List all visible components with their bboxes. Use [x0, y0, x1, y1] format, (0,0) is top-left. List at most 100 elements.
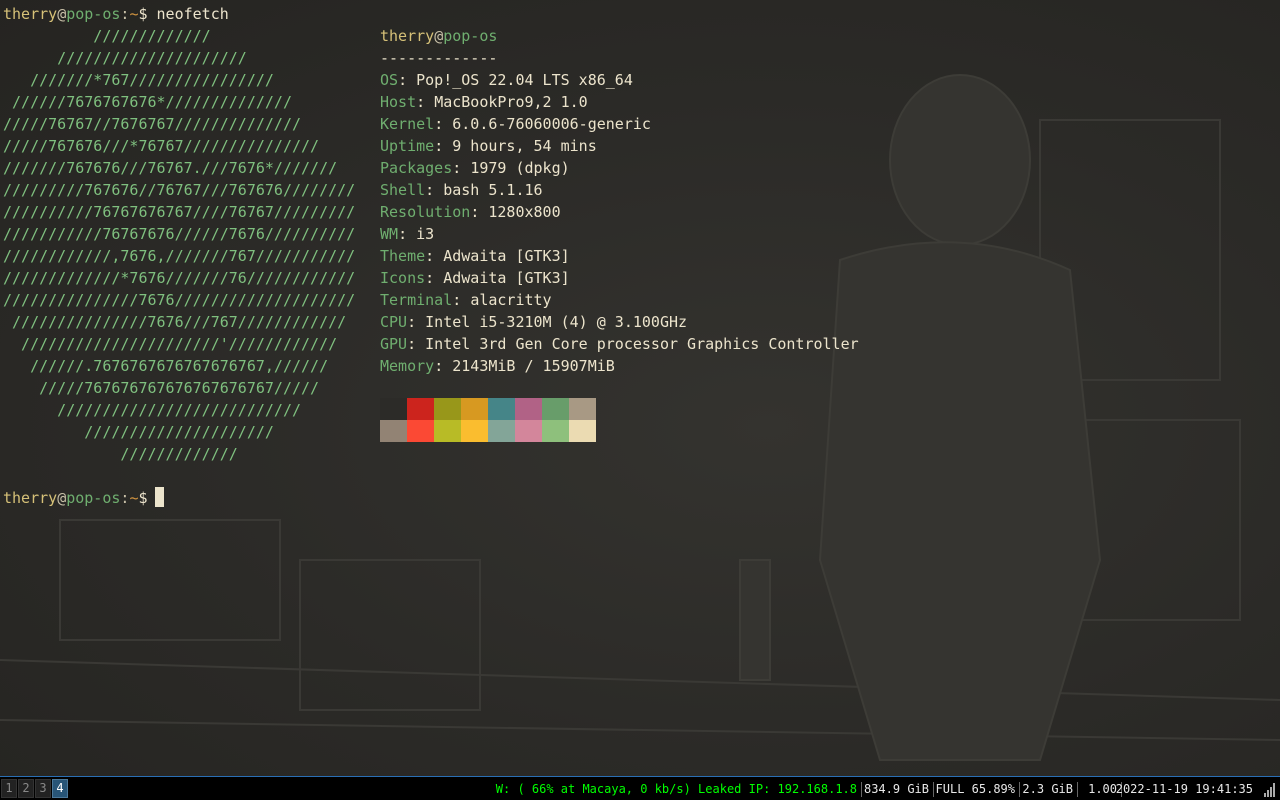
color-swatch — [434, 420, 461, 442]
status-disk: 834.9 GiB — [863, 782, 929, 796]
info-value: Adwaita [GTK3] — [443, 269, 570, 287]
info-value: Intel 3rd Gen Core processor Graphics Co… — [425, 335, 859, 353]
info-colon: : — [425, 269, 444, 287]
info-colon: : — [470, 203, 489, 221]
terminal-cursor[interactable] — [155, 487, 164, 507]
terminal-window[interactable]: therry@pop-os:~$ neofetch ///////////// … — [0, 0, 1280, 776]
status-datetime: 2022-11-19 19:41:35 — [1115, 782, 1253, 796]
info-row: Resolution: 1280x800 — [380, 201, 561, 223]
info-colon: : — [434, 115, 453, 133]
logo-line: ///////*767//////////////// — [3, 71, 274, 89]
info-value: 1280x800 — [488, 203, 561, 221]
color-swatch — [488, 398, 515, 420]
logo-line: ///////////////////// — [3, 49, 247, 67]
color-swatch — [488, 420, 515, 442]
info-colon: : — [434, 137, 453, 155]
info-row: Kernel: 6.0.6-76060006-generic — [380, 113, 651, 135]
info-value: Adwaita [GTK3] — [443, 247, 570, 265]
info-colon: : — [398, 71, 417, 89]
info-value: 1979 (dpkg) — [470, 159, 570, 177]
info-key: OS — [380, 71, 399, 89]
color-palette — [380, 398, 596, 442]
color-swatch — [569, 420, 596, 442]
logo-line: /////767676///*76767/////////////// — [3, 137, 320, 155]
info-colon: : — [407, 335, 426, 353]
info-row: Packages: 1979 (dpkg) — [380, 157, 570, 179]
info-value: Pop!_OS 22.04 LTS x86_64 — [416, 71, 633, 89]
info-header-user: therry — [380, 27, 435, 45]
logo-line: ///////////// — [3, 27, 211, 45]
color-swatch — [542, 398, 569, 420]
status-divider — [861, 782, 862, 797]
info-row: Icons: Adwaita [GTK3] — [380, 267, 570, 289]
info-key: Memory — [380, 357, 435, 375]
info-key: Resolution — [380, 203, 471, 221]
info-row: Memory: 2143MiB / 15907MiB — [380, 355, 615, 377]
info-row: CPU: Intel i5-3210M (4) @ 3.100GHz — [380, 311, 687, 333]
prompt-dollar: $ — [138, 489, 148, 507]
logo-line: /////////////////////////// — [3, 401, 302, 419]
info-row: GPU: Intel 3rd Gen Core processor Graphi… — [380, 333, 859, 355]
logo-line: ///////////// — [3, 445, 238, 463]
color-swatch — [407, 398, 434, 420]
info-colon: : — [434, 357, 453, 375]
workspace-button-2[interactable]: 2 — [18, 779, 34, 798]
info-value: 6.0.6-76060006-generic — [452, 115, 651, 133]
info-header: therry@pop-os — [380, 25, 497, 47]
info-value: Intel i5-3210M (4) @ 3.100GHz — [425, 313, 688, 331]
info-value: i3 — [416, 225, 435, 243]
info-key: Theme — [380, 247, 426, 265]
prompt-line-2: therry@pop-os:~$ — [3, 487, 148, 509]
workspace-button-1[interactable]: 1 — [1, 779, 17, 798]
logo-line: /////////////*7676///////76//////////// — [3, 269, 356, 287]
status-area: W: ( 66% at Macaya, 0 kb/s) Leaked IP: 1… — [496, 781, 1280, 799]
workspace-button-3[interactable]: 3 — [35, 779, 51, 798]
info-key: Host — [380, 93, 417, 111]
info-colon: : — [398, 225, 417, 243]
info-row: Uptime: 9 hours, 54 mins — [380, 135, 597, 157]
logo-line: //////.7676767676767676767,////// — [3, 357, 329, 375]
info-key: Terminal — [380, 291, 453, 309]
logo-line: ///////////////////// — [3, 423, 274, 441]
prompt-user: therry — [3, 5, 58, 23]
logo-line: //////////////////////'//////////// — [3, 335, 338, 353]
logo-line: /////767676767676767676767///// — [3, 379, 320, 397]
info-key: WM — [380, 225, 399, 243]
logo-line: ///////////////7676//////////////////// — [3, 291, 356, 309]
prompt-at: @ — [57, 5, 67, 23]
status-wireless: W: ( 66% at Macaya, 0 kb/s) Leaked IP: 1… — [495, 782, 857, 796]
info-row: Terminal: alacritty — [380, 289, 552, 311]
logo-line: ///////////////7676///767//////////// — [3, 313, 347, 331]
prompt-host: pop-os — [66, 489, 121, 507]
status-battery: FULL 65.89% — [935, 782, 1015, 796]
prompt-host: pop-os — [66, 5, 121, 23]
info-colon: : — [416, 93, 435, 111]
logo-line: /////////767676//76767///767676//////// — [3, 181, 356, 199]
info-header-host: pop-os — [443, 27, 498, 45]
info-separator: ------------- — [380, 49, 498, 67]
info-key: Packages — [380, 159, 453, 177]
logo-line: //////////76767676767////76767///////// — [3, 203, 356, 221]
info-colon: : — [425, 247, 444, 265]
info-row: Shell: bash 5.1.16 — [380, 179, 543, 201]
info-row: Host: MacBookPro9,2 1.0 — [380, 91, 588, 113]
logo-line: ///////////76767676//////7676////////// — [3, 225, 356, 243]
workspace-button-4[interactable]: 4 — [52, 779, 68, 798]
status-divider — [1019, 782, 1020, 797]
i3-status-bar: 1234 W: ( 66% at Macaya, 0 kb/s) Leaked … — [0, 776, 1280, 800]
prompt-at: @ — [57, 489, 67, 507]
network-signal-icon — [1264, 783, 1275, 797]
color-swatch — [380, 420, 407, 442]
info-value: MacBookPro9,2 1.0 — [434, 93, 588, 111]
info-key: GPU — [380, 335, 408, 353]
color-swatch — [542, 420, 569, 442]
prompt-dollar: $ — [138, 5, 148, 23]
info-header-at: @ — [434, 27, 444, 45]
command-text: neofetch — [156, 5, 229, 23]
info-row: OS: Pop!_OS 22.04 LTS x86_64 — [380, 69, 633, 91]
color-swatch — [515, 420, 542, 442]
color-swatch — [407, 420, 434, 442]
info-value: alacritty — [470, 291, 552, 309]
color-swatch — [434, 398, 461, 420]
status-load: 1.00 — [1088, 782, 1117, 796]
